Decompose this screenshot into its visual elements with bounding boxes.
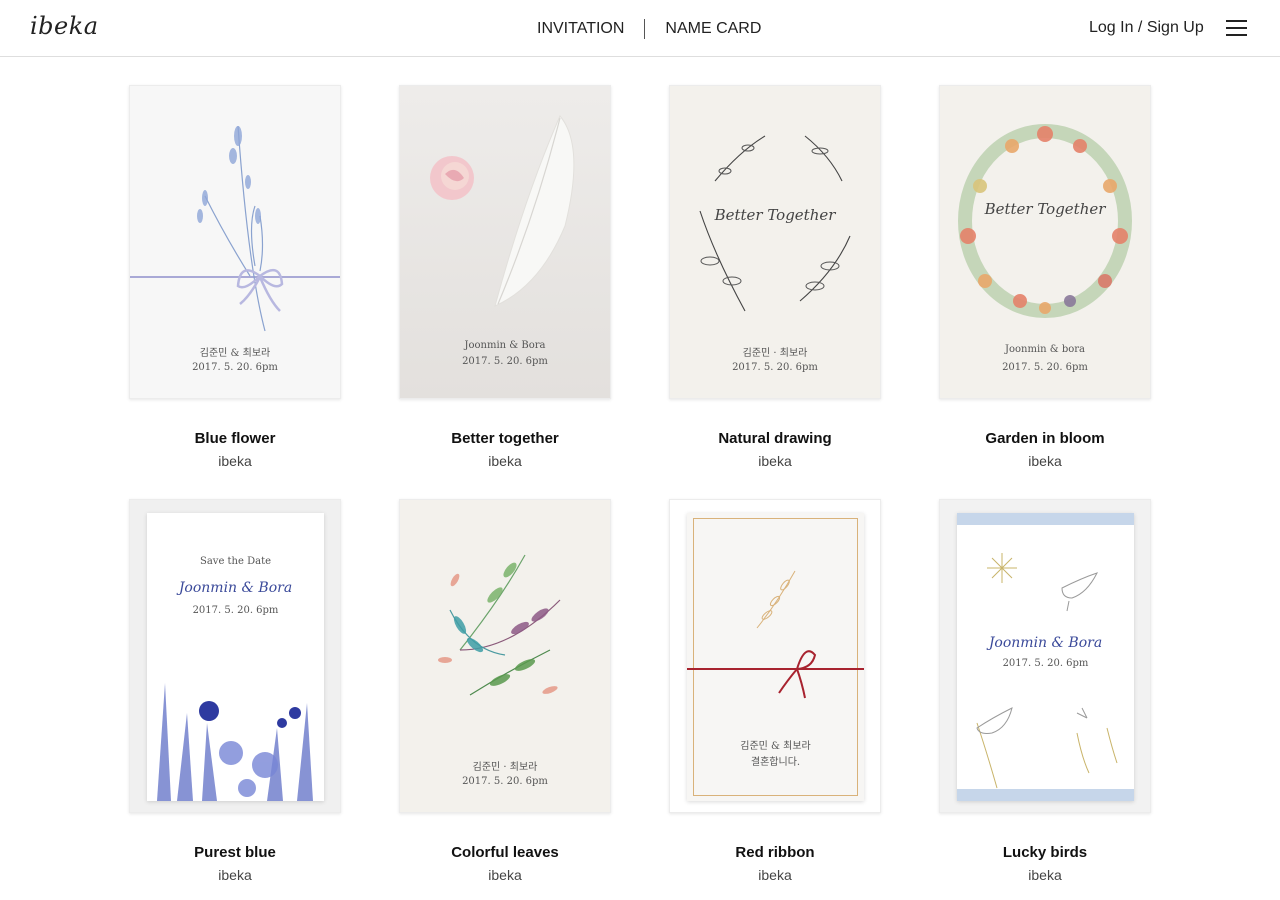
card-date: 2017. 5. 20. 6pm [1002,362,1088,373]
card-names: 김준민 · 최보라 [472,762,538,773]
card-title[interactable]: Natural drawing [669,430,881,447]
nav-divider [644,19,646,39]
card-names: 김준민 · 최보라 [742,348,808,359]
card-top-text: Save the Date [199,556,272,567]
card-title[interactable]: Colorful leaves [399,844,611,861]
card-title[interactable]: Purest blue [129,844,341,861]
card-paper: Save the Date Joonmin & Bora 2017. 5. 20… [147,513,324,801]
card-author[interactable]: ibeka [129,453,341,469]
card-names: Joonmin & bora [1004,344,1086,355]
site-header: ibeka INVITATION NAME CARD Log In / Sign… [0,0,1280,57]
card-thumbnail[interactable]: Save the Date Joonmin & Bora 2017. 5. 20… [129,499,341,813]
card-date: 2017. 5. 20. 6pm [732,362,818,373]
card-author[interactable]: ibeka [939,453,1151,469]
card-names: 김준민 & 최보라 [740,741,811,752]
card-thumbnail[interactable]: 김준민 & 최보라 결혼합니다. [669,499,881,813]
card-author[interactable]: ibeka [669,453,881,469]
card-thumbnail[interactable]: 김준민 · 최보라 2017. 5. 20. 6pm [399,499,611,813]
logo[interactable]: ibeka [30,12,99,40]
card-title[interactable]: Blue flower [129,430,341,447]
card-title[interactable]: Better together [399,430,611,447]
card-date: 2017. 5. 20. 6pm [192,362,278,373]
card-date: 2017. 5. 20. 6pm [462,356,548,367]
template-card[interactable]: Joonmin & Bora 2017. 5. 20. 6pm Lucky bi… [939,499,1151,883]
card-author[interactable]: ibeka [399,453,611,469]
card-paper: 김준민 & 최보라 결혼합니다. [687,513,864,801]
hamburger-menu-icon[interactable] [1226,20,1247,37]
birds-illustration [976,553,1118,789]
card-title[interactable]: Lucky birds [939,844,1151,861]
template-card[interactable]: Better Together 김준민 · 최보라 2017. 5. 20. 6… [669,85,881,469]
card-date: 2017. 5. 20. 6pm [1002,658,1089,669]
template-card[interactable]: Save the Date Joonmin & Bora 2017. 5. 20… [129,499,341,883]
card-script-text: Joonmin & Bora [178,580,293,596]
card-names: Joonmin & Bora [464,340,546,351]
card-title[interactable]: Garden in bloom [939,430,1151,447]
template-card[interactable]: Better Together Joonmin & bora 2017. 5. … [939,85,1151,469]
card-paper: Joonmin & Bora 2017. 5. 20. 6pm [957,513,1134,801]
nav-invitation[interactable]: INVITATION [537,20,624,38]
login-signup-link[interactable]: Log In / Sign Up [1089,19,1204,37]
template-card[interactable]: Joonmin & Bora 2017. 5. 20. 6pm Better t… [399,85,611,469]
card-thumbnail[interactable]: 김준민 & 최보라 2017. 5. 20. 6pm [129,85,341,399]
card-title[interactable]: Red ribbon [669,844,881,861]
main-nav: INVITATION NAME CARD [537,18,761,40]
card-author[interactable]: ibeka [939,867,1151,883]
card-date: 2017. 5. 20. 6pm [462,776,548,787]
rose-feather-illustration [430,115,575,307]
template-card[interactable]: 김준민 · 최보라 2017. 5. 20. 6pm Colorful leav… [399,499,611,883]
card-thumbnail[interactable]: Joonmin & Bora 2017. 5. 20. 6pm [939,499,1151,813]
nav-name-card[interactable]: NAME CARD [665,20,761,38]
template-card[interactable]: 김준민 & 최보라 결혼합니다. Red ribbon ibeka [669,499,881,883]
template-card[interactable]: 김준민 & 최보라 2017. 5. 20. 6pm Blue flower i… [129,85,341,469]
card-thumbnail[interactable]: Joonmin & Bora 2017. 5. 20. 6pm [399,85,611,399]
card-line2: 결혼합니다. [750,757,801,768]
card-date: 2017. 5. 20. 6pm [192,605,279,616]
card-thumbnail[interactable]: Better Together Joonmin & bora 2017. 5. … [939,85,1151,399]
card-script-text: Better Together [714,206,836,224]
card-script-text: Better Together [984,200,1106,218]
card-thumbnail[interactable]: Better Together 김준민 · 최보라 2017. 5. 20. 6… [669,85,881,399]
card-author[interactable]: ibeka [669,867,881,883]
card-script-text: Joonmin & Bora [988,635,1103,651]
card-author[interactable]: ibeka [129,867,341,883]
card-names: 김준민 & 최보라 [199,348,271,359]
card-author[interactable]: ibeka [399,867,611,883]
